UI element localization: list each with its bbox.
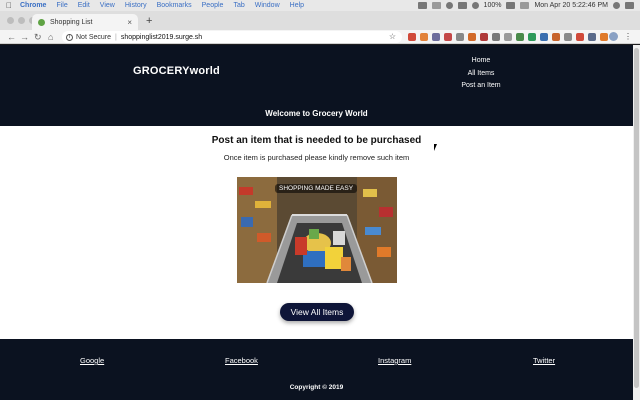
search-icon[interactable] bbox=[613, 2, 620, 9]
extension-icon[interactable] bbox=[600, 33, 608, 41]
profile-avatar[interactable] bbox=[609, 32, 618, 41]
os-menubar:  Chrome File Edit View History Bookmark… bbox=[0, 0, 640, 11]
footer-link-google[interactable]: Google bbox=[80, 356, 104, 365]
menubar-view[interactable]: View bbox=[100, 2, 115, 9]
extension-icon[interactable] bbox=[456, 33, 464, 41]
battery-icon[interactable] bbox=[506, 2, 516, 9]
menubar-status-area: 100% Mon Apr 20 5:22:46 PM bbox=[417, 0, 634, 11]
extension-icon[interactable] bbox=[588, 33, 596, 41]
extension-icon[interactable] bbox=[528, 33, 536, 41]
extension-icon[interactable] bbox=[540, 33, 548, 41]
display-icon[interactable] bbox=[520, 2, 530, 9]
footer-link-twitter[interactable]: Twitter bbox=[533, 356, 555, 365]
status-icon[interactable] bbox=[417, 2, 427, 9]
bookmark-star-icon[interactable]: ☆ bbox=[389, 32, 396, 41]
image-caption: SHOPPING MADE EASY bbox=[275, 184, 358, 193]
extension-icon[interactable] bbox=[432, 33, 440, 41]
browser-toolbar: ← → ↻ ⌂ i Not Secure | shoppinglist2019.… bbox=[0, 30, 640, 44]
extension-icon[interactable] bbox=[492, 33, 500, 41]
home-icon[interactable]: ⌂ bbox=[48, 31, 53, 43]
web-page: GROCERYworld Home All Items Post an Item… bbox=[0, 45, 633, 400]
page-scrollbar[interactable] bbox=[633, 45, 640, 400]
browser-tab[interactable]: Shopping List × bbox=[32, 14, 138, 30]
close-window-icon[interactable] bbox=[7, 17, 14, 24]
tab-strip: Shopping List × + bbox=[0, 11, 640, 30]
extension-icon[interactable] bbox=[552, 33, 560, 41]
main-content: Post an item that is needed to be purcha… bbox=[0, 126, 633, 339]
extension-icon[interactable] bbox=[444, 33, 452, 41]
site-header: GROCERYworld Home All Items Post an Item… bbox=[0, 45, 633, 126]
extension-icon[interactable] bbox=[480, 33, 488, 41]
mouse-cursor-icon bbox=[434, 144, 440, 151]
nav-all-items[interactable]: All Items bbox=[456, 68, 506, 81]
close-tab-icon[interactable]: × bbox=[127, 18, 132, 27]
menubar-app-name[interactable]: Chrome bbox=[20, 2, 46, 9]
security-label: Not Secure bbox=[76, 33, 112, 41]
welcome-text: Welcome to Grocery World bbox=[265, 109, 368, 118]
site-brand[interactable]: GROCERYworld bbox=[133, 65, 220, 77]
wifi-icon[interactable] bbox=[471, 2, 479, 9]
footer-link-facebook[interactable]: Facebook bbox=[225, 356, 258, 365]
more-menu-icon[interactable]: ⋮ bbox=[624, 32, 632, 41]
menubar-tab[interactable]: Tab bbox=[233, 2, 244, 9]
extensions-bar bbox=[408, 33, 608, 41]
status-icon[interactable] bbox=[431, 2, 441, 9]
shopping-cart-photo: SHOPPING MADE EASY bbox=[237, 177, 397, 283]
site-footer: Google Facebook Instagram Twitter Copyri… bbox=[0, 339, 633, 400]
back-icon[interactable]: ← bbox=[7, 31, 16, 43]
page-subtext: Once item is purchased please kindly rem… bbox=[223, 153, 410, 162]
profile-area: ⋮ bbox=[609, 32, 632, 41]
extension-icon[interactable] bbox=[564, 33, 572, 41]
extension-icon[interactable] bbox=[468, 33, 476, 41]
menubar-file[interactable]: File bbox=[56, 2, 67, 9]
menubar-window[interactable]: Window bbox=[255, 2, 280, 9]
url-text[interactable]: shoppinglist2019.surge.sh bbox=[121, 34, 202, 41]
scrollbar-thumb[interactable] bbox=[634, 48, 639, 388]
nav-home[interactable]: Home bbox=[456, 55, 506, 68]
extension-icon[interactable] bbox=[516, 33, 524, 41]
view-all-items-button[interactable]: View All Items bbox=[280, 303, 354, 321]
minimize-window-icon[interactable] bbox=[18, 17, 25, 24]
omnibox-separator: | bbox=[115, 33, 117, 41]
menu-list-icon[interactable] bbox=[625, 2, 634, 9]
forward-icon[interactable]: → bbox=[20, 31, 29, 43]
favicon-icon bbox=[38, 18, 45, 26]
menubar-people[interactable]: People bbox=[202, 2, 224, 9]
extension-icon[interactable] bbox=[504, 33, 512, 41]
copyright-text: Copyright © 2019 bbox=[289, 384, 344, 391]
reload-icon[interactable]: ↻ bbox=[34, 31, 42, 43]
apple-icon[interactable]:  bbox=[6, 1, 12, 10]
extension-icon[interactable] bbox=[576, 33, 584, 41]
info-icon[interactable]: i bbox=[66, 33, 73, 41]
menubar-help[interactable]: Help bbox=[290, 2, 304, 9]
nav-post-item[interactable]: Post an Item bbox=[456, 80, 506, 93]
menubar-clock[interactable]: Mon Apr 20 5:22:46 PM bbox=[534, 2, 608, 9]
battery-percent[interactable]: 100% bbox=[484, 2, 502, 9]
extension-icon[interactable] bbox=[408, 33, 416, 41]
menubar-history[interactable]: History bbox=[125, 2, 147, 9]
tab-title: Shopping List bbox=[50, 18, 93, 26]
extension-icon[interactable] bbox=[420, 33, 428, 41]
status-icon[interactable] bbox=[457, 2, 467, 9]
footer-link-instagram[interactable]: Instagram bbox=[378, 356, 411, 365]
new-tab-icon[interactable]: + bbox=[146, 14, 152, 28]
page-heading: Post an item that is needed to be purcha… bbox=[211, 135, 422, 146]
menubar-edit[interactable]: Edit bbox=[78, 2, 90, 9]
address-bar[interactable]: i Not Secure | shoppinglist2019.surge.sh… bbox=[62, 31, 402, 43]
menubar-bookmarks[interactable]: Bookmarks bbox=[157, 2, 192, 9]
status-icon[interactable] bbox=[445, 2, 453, 9]
site-nav: Home All Items Post an Item bbox=[456, 55, 506, 93]
